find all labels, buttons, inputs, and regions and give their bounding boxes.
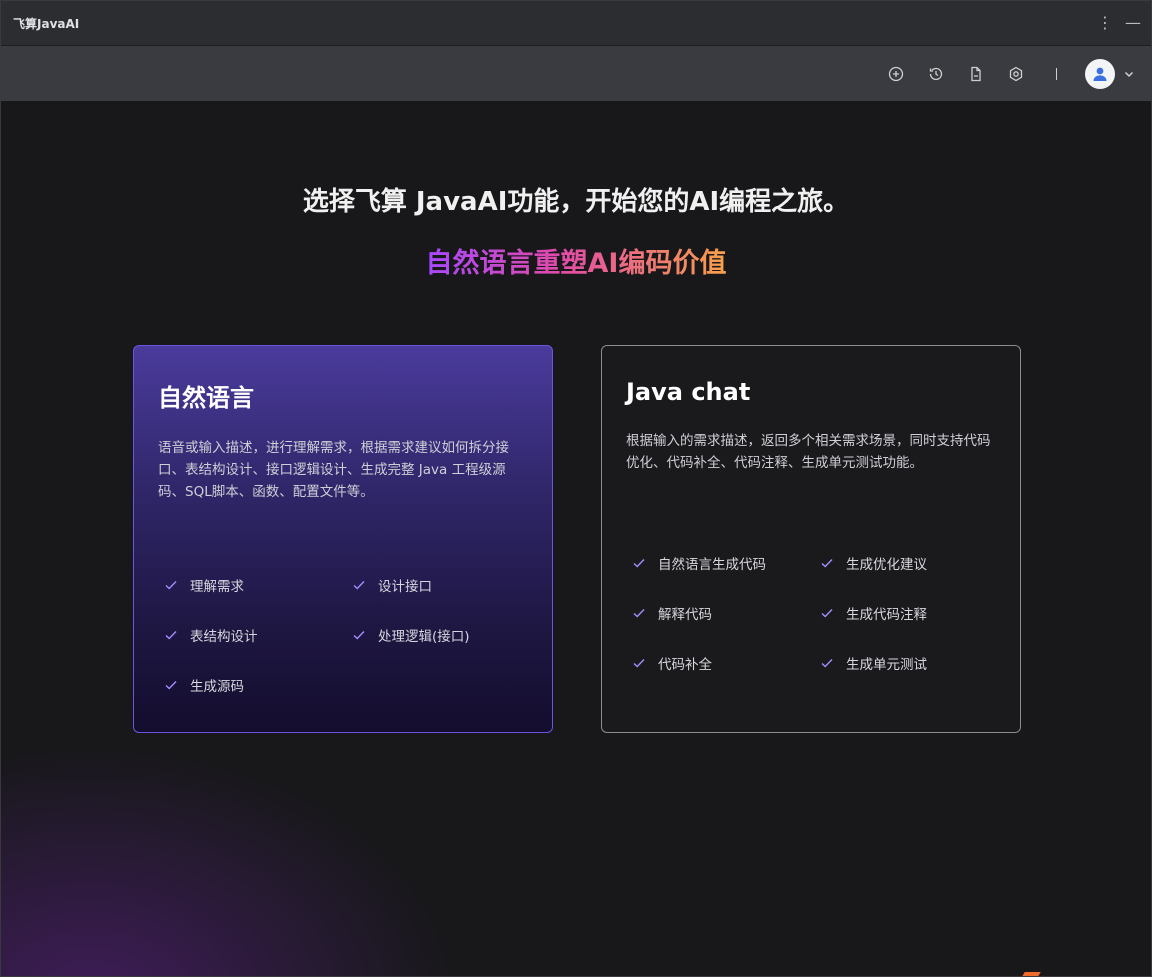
feature-list: 自然语言生成代码 生成优化建议 解释代码 生成代码注释 代码补全 生成单元测试 (632, 552, 1000, 674)
chevron-down-icon[interactable] (1123, 68, 1135, 80)
feature-label: 生成单元测试 (846, 657, 927, 673)
check-icon (353, 581, 365, 590)
feature-label: 设计接口 (378, 579, 432, 595)
feature-item: 生成源码 (164, 674, 352, 696)
check-icon (165, 581, 177, 590)
card-title: Java chat (626, 378, 751, 406)
feature-item: 代码补全 (632, 652, 820, 674)
check-icon (353, 631, 365, 640)
feature-label: 生成优化建议 (846, 557, 927, 573)
avatar[interactable] (1085, 58, 1115, 89)
slogan-text: 自然语言重塑AI编码价值 (425, 248, 727, 279)
app-window: 飞算JavaAI ⋮ — 选择飞算 JavaAI功能，开始您的AI编程之旅。 自… (0, 0, 1152, 977)
window-title: 飞算JavaAI (13, 16, 80, 31)
feature-label: 自然语言生成代码 (658, 557, 766, 573)
corner-accent (1021, 972, 1041, 976)
user-icon (1093, 67, 1107, 81)
feature-label: 生成源码 (190, 679, 244, 695)
page-title: 选择飞算 JavaAI功能，开始您的AI编程之旅。 (302, 187, 850, 217)
slogan: 自然语言重塑AI编码价值 (1, 241, 1151, 280)
java-chat-card[interactable]: Java chat 根据输入的需求描述，返回多个相关需求场景，同时支持代码优化、… (601, 345, 1021, 733)
document-icon (971, 66, 981, 81)
feature-label: 处理逻辑(接口) (378, 629, 470, 645)
main-content: 选择飞算 JavaAI功能，开始您的AI编程之旅。 自然语言重塑AI编码价值 自… (1, 101, 1151, 976)
feature-item: 自然语言生成代码 (632, 552, 820, 574)
feature-list: 理解需求 设计接口 表结构设计 处理逻辑(接口) 生成源码 (164, 574, 532, 696)
card-description: 语音或输入描述，进行理解需求，根据需求建议如何拆分接口、表结构设计、接口逻辑设计… (158, 440, 509, 500)
feature-label: 代码补全 (658, 657, 712, 673)
check-icon (165, 631, 177, 640)
new-chat-button[interactable] (876, 54, 916, 94)
check-icon (633, 559, 645, 568)
card-description: 根据输入的需求描述，返回多个相关需求场景，同时支持代码优化、代码补全、代码注释、… (626, 433, 991, 471)
toolbar (1, 46, 1151, 101)
feature-label: 解释代码 (658, 607, 712, 623)
check-icon (165, 681, 177, 690)
check-icon (821, 559, 833, 568)
add-circle-icon (888, 66, 904, 81)
feature-item: 生成代码注释 (820, 602, 1008, 624)
natural-language-card[interactable]: 自然语言 语音或输入描述，进行理解需求，根据需求建议如何拆分接口、表结构设计、接… (133, 345, 553, 733)
card-title: 自然语言 (158, 384, 254, 412)
document-button[interactable] (956, 54, 996, 94)
feature-item: 理解需求 (164, 574, 352, 596)
history-icon (929, 67, 943, 80)
feature-label: 表结构设计 (190, 629, 258, 645)
feature-item: 生成单元测试 (820, 652, 1008, 674)
settings-button[interactable] (996, 54, 1036, 94)
feature-item: 设计接口 (352, 574, 540, 596)
feature-label: 生成代码注释 (846, 607, 927, 623)
history-button[interactable] (916, 54, 956, 94)
check-icon (821, 659, 833, 668)
check-icon (821, 609, 833, 618)
toolbar-separator (1056, 67, 1057, 80)
more-options-icon[interactable]: ⋮ (1097, 15, 1113, 31)
feature-label: 理解需求 (190, 579, 244, 595)
feature-item: 表结构设计 (164, 624, 352, 646)
minimize-icon[interactable]: — (1125, 15, 1141, 31)
check-icon (633, 659, 645, 668)
title-actions: ⋮ — (1097, 15, 1141, 31)
feature-item: 处理逻辑(接口) (352, 624, 540, 646)
settings-icon (1009, 66, 1023, 81)
feature-item: 生成优化建议 (820, 552, 1008, 574)
check-icon (633, 609, 645, 618)
title-bar: 飞算JavaAI ⋮ — (1, 1, 1151, 46)
feature-item: 解释代码 (632, 602, 820, 624)
